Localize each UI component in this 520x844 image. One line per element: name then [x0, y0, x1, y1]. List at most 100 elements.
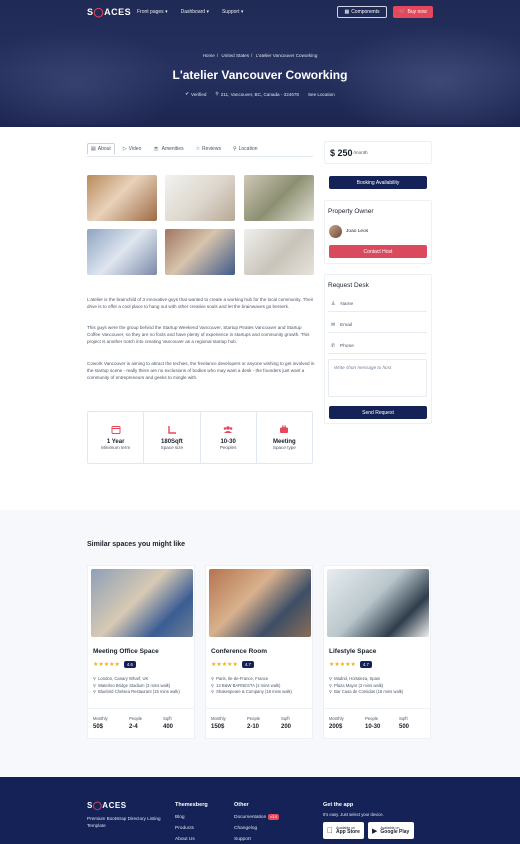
ruler-icon: [168, 426, 176, 434]
map-pin-icon: ⚲: [232, 146, 237, 152]
star-icon: ☆: [195, 146, 201, 152]
listing-address: ⚲ 211, Vancouver, BC, Canada - 324678: [215, 91, 299, 97]
map-pin-icon: ⚲: [93, 689, 97, 694]
breadcrumb-home[interactable]: Home: [203, 53, 215, 58]
card-rating: ★★★★★ 4.7: [329, 661, 372, 668]
footer-logo[interactable]: S◯ACES: [87, 801, 127, 810]
similar-heading: Similar spaces you might like: [87, 541, 186, 548]
card-addresses: ⚲ Madrid, Hortaleza, Spain ⚲ Plaza Mayor (…: [329, 676, 404, 694]
app-store-button[interactable]:  Available onApp Store: [323, 822, 364, 839]
similar-card-1[interactable]: Meeting Office Space ★★★★★ 4.6 ⚲ London, C…: [87, 565, 195, 739]
card-title[interactable]: Meeting Office Space: [93, 648, 159, 655]
divider: [324, 708, 430, 709]
message-textarea[interactable]: Write short message to host: [328, 359, 427, 397]
top-navbar: S◯ACES Front pages ▾ Dashboard ▾ Support…: [0, 0, 520, 24]
map-pin-icon: ⚲: [215, 91, 219, 96]
breadcrumb-current: L'atelier Vancouver Coworking: [255, 53, 318, 58]
app-subtext: It's easy. Just select your device.: [323, 812, 384, 817]
coffee-icon: ☕: [153, 146, 160, 152]
brand-logo[interactable]: S◯ACES: [87, 7, 131, 18]
card-sqft: Sq/ft 200: [281, 716, 292, 730]
request-heading: Request Desk: [328, 282, 369, 289]
description-paragraph-1: L'atelier is the brainchild of 3 innovat…: [87, 297, 314, 310]
tab-amenities[interactable]: ☕ Amenities: [149, 143, 187, 155]
check-circle-icon: ✔: [185, 91, 190, 96]
card-people: People 2-4: [129, 716, 143, 730]
name-field[interactable]: ♙ Name: [328, 297, 427, 312]
divider: [88, 708, 194, 709]
card-monthly: Monthly 50$: [93, 716, 108, 730]
stars-icon: ★★★★★: [93, 662, 120, 668]
gallery-photo-2[interactable]: [165, 175, 235, 221]
nav-item-front-pages[interactable]: Front pages ▾: [137, 9, 168, 15]
footer-link-about[interactable]: About Us: [175, 837, 195, 842]
stat-size: 180Sqft Space size: [144, 412, 201, 463]
card-people: People 10-30: [365, 716, 381, 730]
card-addresses: ⚲ Paris, Ile-de-France, France ⚲ 13 B&W BA…: [211, 676, 292, 694]
components-button[interactable]: ▦ Components: [337, 6, 387, 18]
email-field[interactable]: ✉ Email: [328, 318, 427, 333]
cart-icon: 🛒: [399, 9, 406, 15]
briefcase-icon: [280, 425, 289, 433]
stars-icon: ★★★★★: [211, 662, 238, 668]
footer-link-blog[interactable]: Blog: [175, 815, 185, 820]
similar-card-3[interactable]: Lifestyle Space ★★★★★ 4.7 ⚲ Madrid, Hortal…: [323, 565, 431, 739]
gallery-photo-3[interactable]: [244, 175, 314, 221]
stat-term: 1 Year Minimum term: [88, 412, 145, 463]
footer-link-products[interactable]: Products: [175, 826, 194, 831]
breadcrumb: Home / United States / L'atelier Vancouver…: [202, 53, 318, 58]
card-image[interactable]: [91, 569, 193, 637]
play-icon: ▷: [122, 146, 127, 152]
description-paragraph-2: This guys were the group behind the Star…: [87, 325, 310, 345]
divider: [206, 708, 312, 709]
tab-reviews[interactable]: ☆ Reviews: [192, 143, 225, 155]
grid-icon: ▦: [344, 9, 350, 15]
owner-name[interactable]: Joao Leos: [346, 229, 368, 234]
gallery-photo-5[interactable]: [165, 229, 235, 275]
tab-about[interactable]: ▤ About: [87, 143, 115, 155]
phone-field[interactable]: ✆ Phone: [328, 339, 427, 354]
gallery-photo-6[interactable]: [244, 229, 314, 275]
apple-icon: : [327, 826, 333, 835]
google-play-button[interactable]: ▶ Available on Google Play: [368, 822, 414, 839]
send-request-button[interactable]: Send Request: [329, 406, 427, 419]
card-image[interactable]: [327, 569, 429, 637]
owner-heading: Property Owner: [328, 208, 374, 215]
breadcrumb-country[interactable]: United States: [221, 53, 249, 58]
gallery-photo-4[interactable]: [87, 229, 157, 275]
buy-now-button[interactable]: 🛒 Buy now: [393, 6, 433, 18]
play-store-icon: ▶: [372, 827, 378, 835]
map-pin-icon: ⚲: [329, 689, 333, 694]
footer: S◯ACES Premium Bootstrap Directory Listi…: [0, 777, 520, 844]
listing-meta: ✔ Verified ⚲ 211, Vancouver, BC, Canada - …: [0, 91, 520, 97]
booking-availability-button[interactable]: Booking Availability: [329, 176, 427, 189]
tab-location[interactable]: ⚲ Location: [229, 143, 262, 155]
hero-banner: S◯ACES Front pages ▾ Dashboard ▾ Support…: [0, 0, 520, 127]
see-location-link[interactable]: See Location: [308, 91, 335, 97]
footer-link-docs[interactable]: Documentation v3.0: [234, 814, 280, 820]
similar-card-2[interactable]: Conference Room ★★★★★ 4.7 ⚲ Paris, Ile-de-…: [205, 565, 313, 739]
avatar[interactable]: [329, 225, 342, 238]
space-stats: 1 Year Minimum term 180Sqft Space size 10-…: [87, 411, 313, 464]
card-monthly: Monthly 200$: [329, 716, 344, 730]
nav-item-support[interactable]: Support ▾: [222, 9, 243, 15]
price-card: $ 250/month: [324, 141, 432, 164]
stars-icon: ★★★★★: [329, 662, 356, 668]
card-title[interactable]: Conference Room: [211, 648, 267, 655]
card-addresses: ⚲ London, Canary Wharf, UK ⚲ Waterloo Brid…: [93, 676, 180, 694]
card-rating: ★★★★★ 4.7: [211, 661, 254, 668]
tab-video[interactable]: ▷ Video: [119, 143, 146, 155]
card-title[interactable]: Lifestyle Space: [329, 648, 376, 655]
mail-icon: ✉: [331, 322, 336, 328]
stat-people: 10-30 Peoples: [201, 412, 257, 463]
card-image[interactable]: [209, 569, 311, 637]
version-badge: v3.0: [268, 814, 280, 820]
nav-item-dashboard[interactable]: Dashboard ▾: [181, 9, 209, 15]
users-icon: [223, 426, 233, 433]
card-rating: ★★★★★ 4.6: [93, 661, 136, 668]
contact-host-button[interactable]: Contact Host: [329, 245, 427, 258]
footer-link-changelog[interactable]: Changelog: [234, 826, 257, 831]
footer-link-support[interactable]: Support: [234, 837, 251, 842]
gallery-photo-1[interactable]: [87, 175, 157, 221]
card-sqft: Sq/ft 400: [163, 716, 174, 730]
